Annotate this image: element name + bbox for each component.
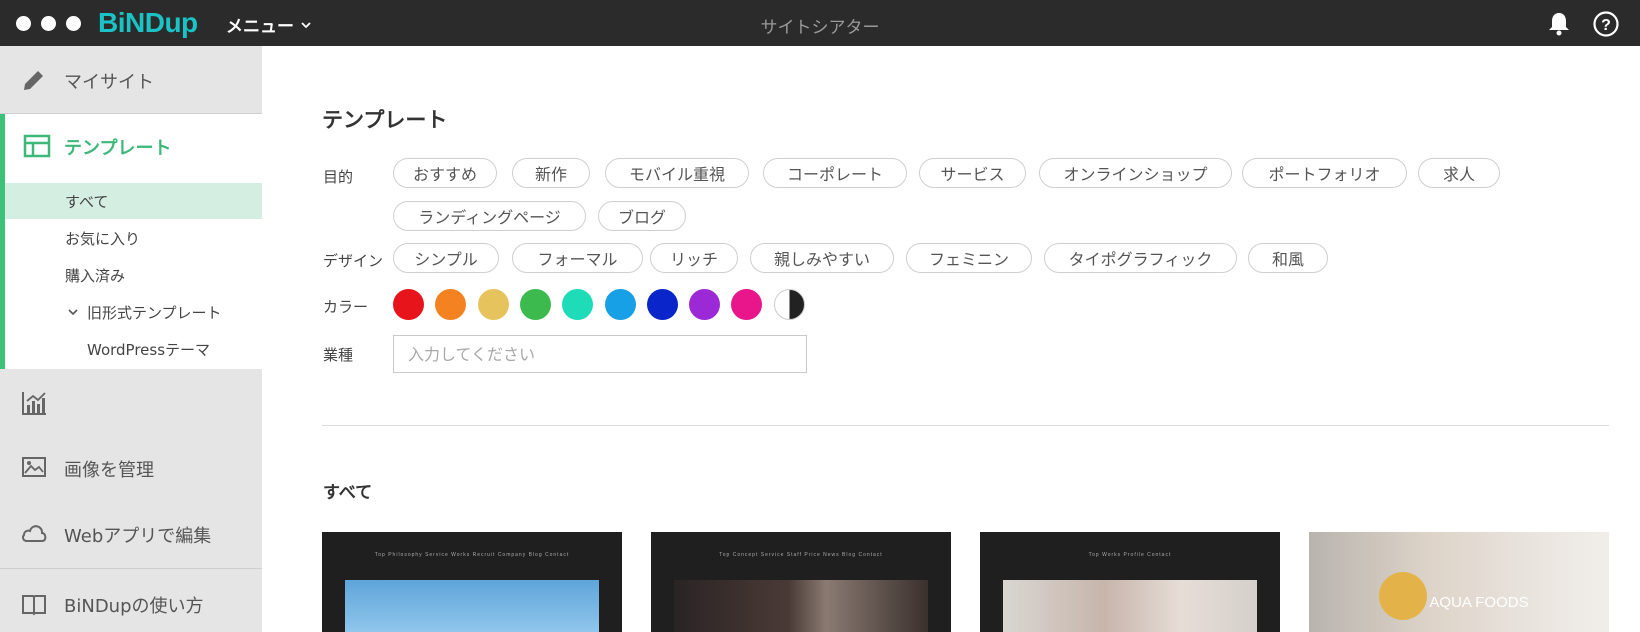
svg-text:?: ? — [1601, 17, 1611, 34]
sidebar-subitem-favorites[interactable]: お気に入り — [5, 220, 262, 256]
tag-design[interactable]: 親しみやすい — [750, 243, 894, 273]
tag-purpose[interactable]: モバイル重視 — [605, 158, 749, 188]
sidebar-item-images[interactable]: 画像を管理 — [0, 436, 262, 498]
subitem-label: お気に入り — [65, 229, 141, 248]
sidebar-item-analytics[interactable] — [0, 370, 262, 436]
template-card[interactable]: Top Works Profile Contact — [980, 532, 1280, 632]
app-window: BiNDup メニュー サイトシアター ? マイサイト テンプレート すべて お… — [0, 0, 1640, 632]
book-icon — [22, 595, 46, 616]
color-swatch[interactable] — [604, 289, 636, 320]
color-swatch[interactable] — [435, 289, 467, 320]
bell-icon[interactable] — [1545, 10, 1573, 38]
sidebar-item-label: テンプレート — [64, 138, 172, 159]
sidebar-item-webapp[interactable]: Webアプリで編集 — [0, 498, 262, 568]
tag-purpose[interactable]: オンラインショップ — [1039, 158, 1232, 188]
design-label: デザイン — [323, 252, 384, 270]
fruit-shape — [1379, 572, 1427, 620]
card-title: AQUA FOODS — [1429, 594, 1529, 611]
color-swatch[interactable] — [477, 289, 509, 320]
analytics-icon — [22, 392, 46, 415]
card-thumbnail — [345, 580, 599, 632]
color-swatch[interactable] — [731, 289, 763, 320]
color-swatch[interactable] — [773, 289, 805, 320]
template-card[interactable]: AQUA FOODS — [1309, 532, 1609, 632]
tag-purpose[interactable]: ブログ — [598, 201, 686, 231]
sidebar-item-label: 画像を管理 — [64, 460, 154, 481]
subitem-label: すべて — [65, 192, 109, 211]
image-icon — [22, 457, 46, 477]
color-swatch[interactable] — [689, 289, 721, 320]
card-nav: Top Works Profile Contact — [1088, 552, 1172, 558]
sidebar-subitem-purchased[interactable]: 購入済み — [5, 257, 262, 293]
purpose-label: 目的 — [323, 168, 354, 186]
color-swatch[interactable] — [562, 289, 594, 320]
page-title: テンプレート — [322, 108, 448, 132]
tag-design[interactable]: フェミニン — [906, 243, 1032, 273]
tag-purpose[interactable]: おすすめ — [393, 158, 497, 188]
tag-purpose[interactable]: 新作 — [512, 158, 590, 188]
title-bar: BiNDup メニュー サイトシアター ? — [0, 0, 1640, 46]
card-nav: Top Concept Service Staff Price News Blo… — [719, 552, 883, 558]
subitem-label: 旧形式テンプレート — [87, 303, 222, 322]
tag-design[interactable]: 和風 — [1248, 243, 1328, 273]
tag-design[interactable]: リッチ — [650, 243, 738, 273]
tag-purpose[interactable]: ランディングページ — [393, 201, 586, 231]
industry-label: 業種 — [323, 346, 354, 364]
template-card[interactable]: Top Concept Service Staff Price News Blo… — [651, 532, 951, 632]
chevron-down-icon — [68, 309, 78, 316]
sidebar-item-label: Webアプリで編集 — [64, 526, 212, 547]
card-thumbnail — [674, 580, 928, 632]
sidebar-item-label: マイサイト — [64, 72, 154, 93]
color-label: カラー — [323, 298, 369, 316]
template-section: テンプレート すべて お気に入り 購入済み 旧形式テンプレート WordPres… — [0, 114, 262, 369]
tag-purpose[interactable]: コーポレート — [763, 158, 907, 188]
tag-design[interactable]: フォーマル — [512, 243, 643, 273]
section-title: すべて — [323, 483, 373, 503]
subitem-label: 購入済み — [65, 266, 126, 285]
industry-input[interactable] — [393, 335, 807, 373]
sidebar-subitem-legacy-templates[interactable]: 旧形式テンプレート — [5, 294, 262, 330]
card-thumbnail — [1003, 580, 1257, 632]
sidebar-item-template[interactable]: テンプレート — [5, 114, 262, 179]
sidebar-item-mysite[interactable]: マイサイト — [0, 46, 262, 114]
divider — [322, 425, 1609, 426]
sidebar-subitem-wordpress[interactable]: WordPressテーマ — [5, 331, 262, 367]
color-swatch[interactable] — [646, 289, 678, 320]
tag-purpose[interactable]: 求人 — [1418, 158, 1500, 188]
sidebar: マイサイト テンプレート すべて お気に入り 購入済み 旧形式テンプレート Wo… — [0, 46, 262, 632]
tag-purpose[interactable]: ポートフォリオ — [1242, 158, 1407, 188]
tag-design[interactable]: シンプル — [393, 243, 499, 273]
sidebar-subitem-all[interactable]: すべて — [5, 183, 262, 219]
pencil-icon — [24, 71, 43, 90]
subitem-label: WordPressテーマ — [87, 340, 211, 359]
template-card[interactable]: Top Philosophy Service Works Recruit Com… — [322, 532, 622, 632]
card-nav: Top Philosophy Service Works Recruit Com… — [374, 552, 570, 558]
color-swatch[interactable] — [519, 289, 551, 320]
main-content: テンプレート 目的 おすすめ 新作 モバイル重視 コーポレート サービス オンラ… — [262, 46, 1640, 632]
help-icon[interactable]: ? — [1592, 10, 1620, 38]
cloud-icon — [22, 525, 47, 542]
template-icon — [23, 134, 51, 158]
tag-design[interactable]: タイポグラフィック — [1044, 243, 1237, 273]
tag-purpose[interactable]: サービス — [919, 158, 1026, 188]
window-title: サイトシアター — [760, 18, 880, 38]
color-swatch[interactable] — [393, 289, 424, 320]
sidebar-item-label: BiNDupの使い方 — [64, 596, 204, 617]
sidebar-item-howto[interactable]: BiNDupの使い方 — [0, 569, 262, 632]
